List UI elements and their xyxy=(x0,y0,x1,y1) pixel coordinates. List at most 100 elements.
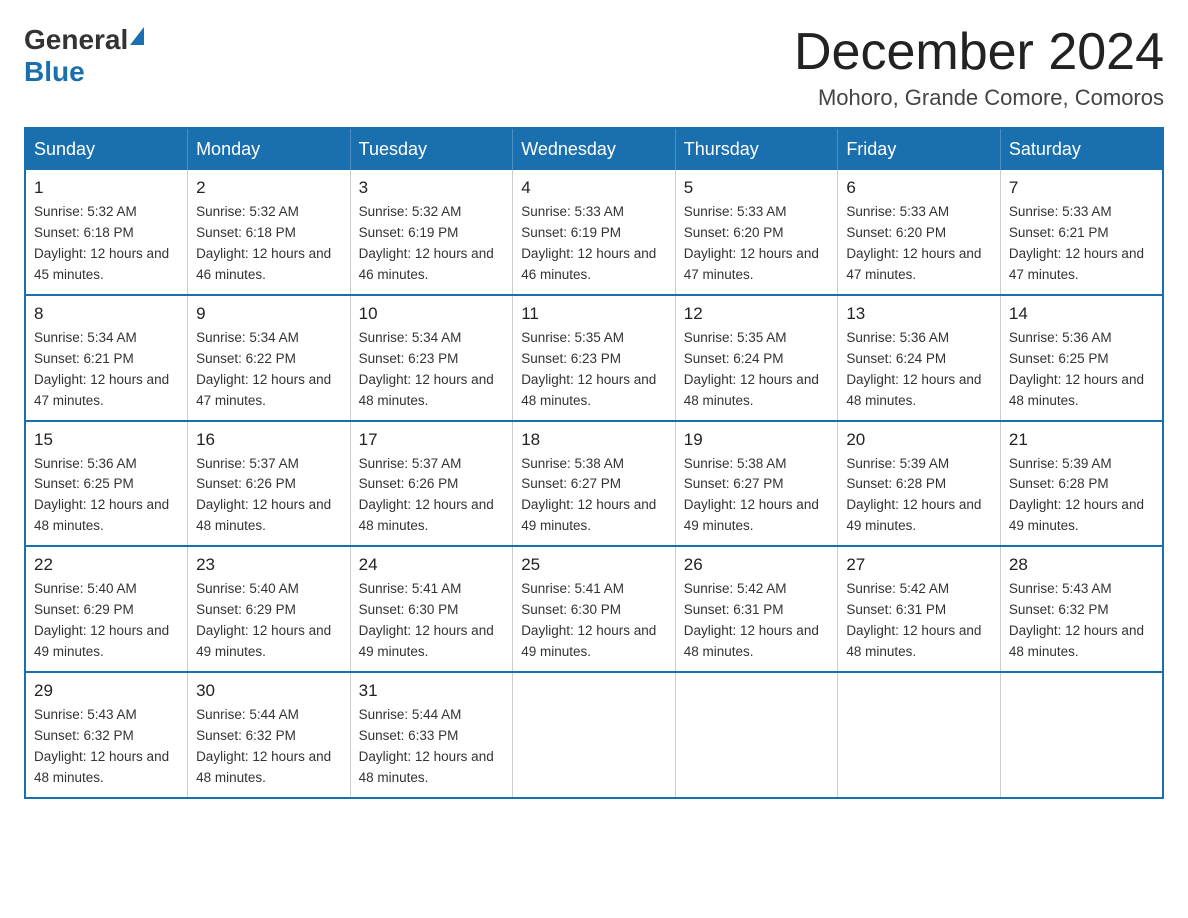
calendar-week-row: 22 Sunrise: 5:40 AMSunset: 6:29 PMDaylig… xyxy=(25,546,1163,672)
logo-general: General xyxy=(24,24,128,56)
calendar-cell: 7 Sunrise: 5:33 AMSunset: 6:21 PMDayligh… xyxy=(1000,170,1163,295)
calendar-cell: 5 Sunrise: 5:33 AMSunset: 6:20 PMDayligh… xyxy=(675,170,838,295)
day-number: 18 xyxy=(521,430,667,450)
calendar-cell: 22 Sunrise: 5:40 AMSunset: 6:29 PMDaylig… xyxy=(25,546,188,672)
day-number: 30 xyxy=(196,681,342,701)
calendar-header-wednesday: Wednesday xyxy=(513,128,676,170)
calendar-cell: 31 Sunrise: 5:44 AMSunset: 6:33 PMDaylig… xyxy=(350,672,513,798)
calendar-header-saturday: Saturday xyxy=(1000,128,1163,170)
day-info: Sunrise: 5:35 AMSunset: 6:24 PMDaylight:… xyxy=(684,330,819,408)
day-number: 24 xyxy=(359,555,505,575)
day-info: Sunrise: 5:38 AMSunset: 6:27 PMDaylight:… xyxy=(521,456,656,534)
calendar-cell: 20 Sunrise: 5:39 AMSunset: 6:28 PMDaylig… xyxy=(838,421,1001,547)
month-title: December 2024 xyxy=(794,24,1164,81)
day-info: Sunrise: 5:34 AMSunset: 6:23 PMDaylight:… xyxy=(359,330,494,408)
day-number: 4 xyxy=(521,178,667,198)
day-info: Sunrise: 5:43 AMSunset: 6:32 PMDaylight:… xyxy=(34,707,169,785)
day-info: Sunrise: 5:41 AMSunset: 6:30 PMDaylight:… xyxy=(521,581,656,659)
calendar-cell: 11 Sunrise: 5:35 AMSunset: 6:23 PMDaylig… xyxy=(513,295,676,421)
calendar-cell: 9 Sunrise: 5:34 AMSunset: 6:22 PMDayligh… xyxy=(188,295,351,421)
calendar-cell: 4 Sunrise: 5:33 AMSunset: 6:19 PMDayligh… xyxy=(513,170,676,295)
calendar-week-row: 1 Sunrise: 5:32 AMSunset: 6:18 PMDayligh… xyxy=(25,170,1163,295)
day-info: Sunrise: 5:33 AMSunset: 6:20 PMDaylight:… xyxy=(846,204,981,282)
day-info: Sunrise: 5:33 AMSunset: 6:20 PMDaylight:… xyxy=(684,204,819,282)
day-info: Sunrise: 5:40 AMSunset: 6:29 PMDaylight:… xyxy=(34,581,169,659)
calendar-week-row: 8 Sunrise: 5:34 AMSunset: 6:21 PMDayligh… xyxy=(25,295,1163,421)
calendar-header-thursday: Thursday xyxy=(675,128,838,170)
day-info: Sunrise: 5:32 AMSunset: 6:18 PMDaylight:… xyxy=(196,204,331,282)
calendar-cell: 25 Sunrise: 5:41 AMSunset: 6:30 PMDaylig… xyxy=(513,546,676,672)
day-info: Sunrise: 5:32 AMSunset: 6:18 PMDaylight:… xyxy=(34,204,169,282)
day-info: Sunrise: 5:33 AMSunset: 6:19 PMDaylight:… xyxy=(521,204,656,282)
day-number: 3 xyxy=(359,178,505,198)
calendar-cell: 13 Sunrise: 5:36 AMSunset: 6:24 PMDaylig… xyxy=(838,295,1001,421)
day-number: 17 xyxy=(359,430,505,450)
calendar-cell: 18 Sunrise: 5:38 AMSunset: 6:27 PMDaylig… xyxy=(513,421,676,547)
day-number: 9 xyxy=(196,304,342,324)
day-info: Sunrise: 5:44 AMSunset: 6:33 PMDaylight:… xyxy=(359,707,494,785)
day-info: Sunrise: 5:42 AMSunset: 6:31 PMDaylight:… xyxy=(846,581,981,659)
day-info: Sunrise: 5:37 AMSunset: 6:26 PMDaylight:… xyxy=(359,456,494,534)
calendar-cell: 16 Sunrise: 5:37 AMSunset: 6:26 PMDaylig… xyxy=(188,421,351,547)
day-number: 7 xyxy=(1009,178,1154,198)
day-number: 31 xyxy=(359,681,505,701)
calendar-header-sunday: Sunday xyxy=(25,128,188,170)
day-number: 15 xyxy=(34,430,179,450)
day-number: 23 xyxy=(196,555,342,575)
logo-blue: Blue xyxy=(24,56,85,88)
day-number: 20 xyxy=(846,430,992,450)
day-number: 22 xyxy=(34,555,179,575)
calendar-cell: 2 Sunrise: 5:32 AMSunset: 6:18 PMDayligh… xyxy=(188,170,351,295)
day-info: Sunrise: 5:43 AMSunset: 6:32 PMDaylight:… xyxy=(1009,581,1144,659)
day-info: Sunrise: 5:33 AMSunset: 6:21 PMDaylight:… xyxy=(1009,204,1144,282)
day-info: Sunrise: 5:34 AMSunset: 6:22 PMDaylight:… xyxy=(196,330,331,408)
logo-arrow-icon xyxy=(130,27,144,45)
day-info: Sunrise: 5:36 AMSunset: 6:25 PMDaylight:… xyxy=(34,456,169,534)
calendar-cell: 10 Sunrise: 5:34 AMSunset: 6:23 PMDaylig… xyxy=(350,295,513,421)
calendar-cell: 24 Sunrise: 5:41 AMSunset: 6:30 PMDaylig… xyxy=(350,546,513,672)
day-info: Sunrise: 5:32 AMSunset: 6:19 PMDaylight:… xyxy=(359,204,494,282)
day-number: 10 xyxy=(359,304,505,324)
location: Mohoro, Grande Comore, Comoros xyxy=(794,85,1164,111)
day-info: Sunrise: 5:42 AMSunset: 6:31 PMDaylight:… xyxy=(684,581,819,659)
calendar-week-row: 15 Sunrise: 5:36 AMSunset: 6:25 PMDaylig… xyxy=(25,421,1163,547)
calendar-cell: 26 Sunrise: 5:42 AMSunset: 6:31 PMDaylig… xyxy=(675,546,838,672)
calendar-cell: 1 Sunrise: 5:32 AMSunset: 6:18 PMDayligh… xyxy=(25,170,188,295)
calendar-cell: 29 Sunrise: 5:43 AMSunset: 6:32 PMDaylig… xyxy=(25,672,188,798)
day-number: 26 xyxy=(684,555,830,575)
calendar-cell: 8 Sunrise: 5:34 AMSunset: 6:21 PMDayligh… xyxy=(25,295,188,421)
calendar-header-monday: Monday xyxy=(188,128,351,170)
calendar-week-row: 29 Sunrise: 5:43 AMSunset: 6:32 PMDaylig… xyxy=(25,672,1163,798)
day-info: Sunrise: 5:41 AMSunset: 6:30 PMDaylight:… xyxy=(359,581,494,659)
day-number: 14 xyxy=(1009,304,1154,324)
day-info: Sunrise: 5:34 AMSunset: 6:21 PMDaylight:… xyxy=(34,330,169,408)
calendar-header-tuesday: Tuesday xyxy=(350,128,513,170)
day-number: 28 xyxy=(1009,555,1154,575)
day-number: 16 xyxy=(196,430,342,450)
day-number: 29 xyxy=(34,681,179,701)
day-number: 6 xyxy=(846,178,992,198)
day-number: 5 xyxy=(684,178,830,198)
calendar-cell: 19 Sunrise: 5:38 AMSunset: 6:27 PMDaylig… xyxy=(675,421,838,547)
calendar-cell xyxy=(513,672,676,798)
calendar-cell: 6 Sunrise: 5:33 AMSunset: 6:20 PMDayligh… xyxy=(838,170,1001,295)
calendar-cell: 14 Sunrise: 5:36 AMSunset: 6:25 PMDaylig… xyxy=(1000,295,1163,421)
calendar-cell: 23 Sunrise: 5:40 AMSunset: 6:29 PMDaylig… xyxy=(188,546,351,672)
day-info: Sunrise: 5:38 AMSunset: 6:27 PMDaylight:… xyxy=(684,456,819,534)
day-number: 25 xyxy=(521,555,667,575)
calendar-cell xyxy=(1000,672,1163,798)
day-number: 8 xyxy=(34,304,179,324)
calendar-cell: 21 Sunrise: 5:39 AMSunset: 6:28 PMDaylig… xyxy=(1000,421,1163,547)
logo: General Blue xyxy=(24,24,144,88)
calendar-header-friday: Friday xyxy=(838,128,1001,170)
calendar-cell xyxy=(675,672,838,798)
day-number: 2 xyxy=(196,178,342,198)
calendar-cell: 28 Sunrise: 5:43 AMSunset: 6:32 PMDaylig… xyxy=(1000,546,1163,672)
day-info: Sunrise: 5:40 AMSunset: 6:29 PMDaylight:… xyxy=(196,581,331,659)
day-info: Sunrise: 5:36 AMSunset: 6:24 PMDaylight:… xyxy=(846,330,981,408)
page-header: General Blue December 2024 Mohoro, Grand… xyxy=(24,24,1164,111)
day-number: 13 xyxy=(846,304,992,324)
day-info: Sunrise: 5:37 AMSunset: 6:26 PMDaylight:… xyxy=(196,456,331,534)
day-number: 12 xyxy=(684,304,830,324)
calendar-cell: 17 Sunrise: 5:37 AMSunset: 6:26 PMDaylig… xyxy=(350,421,513,547)
